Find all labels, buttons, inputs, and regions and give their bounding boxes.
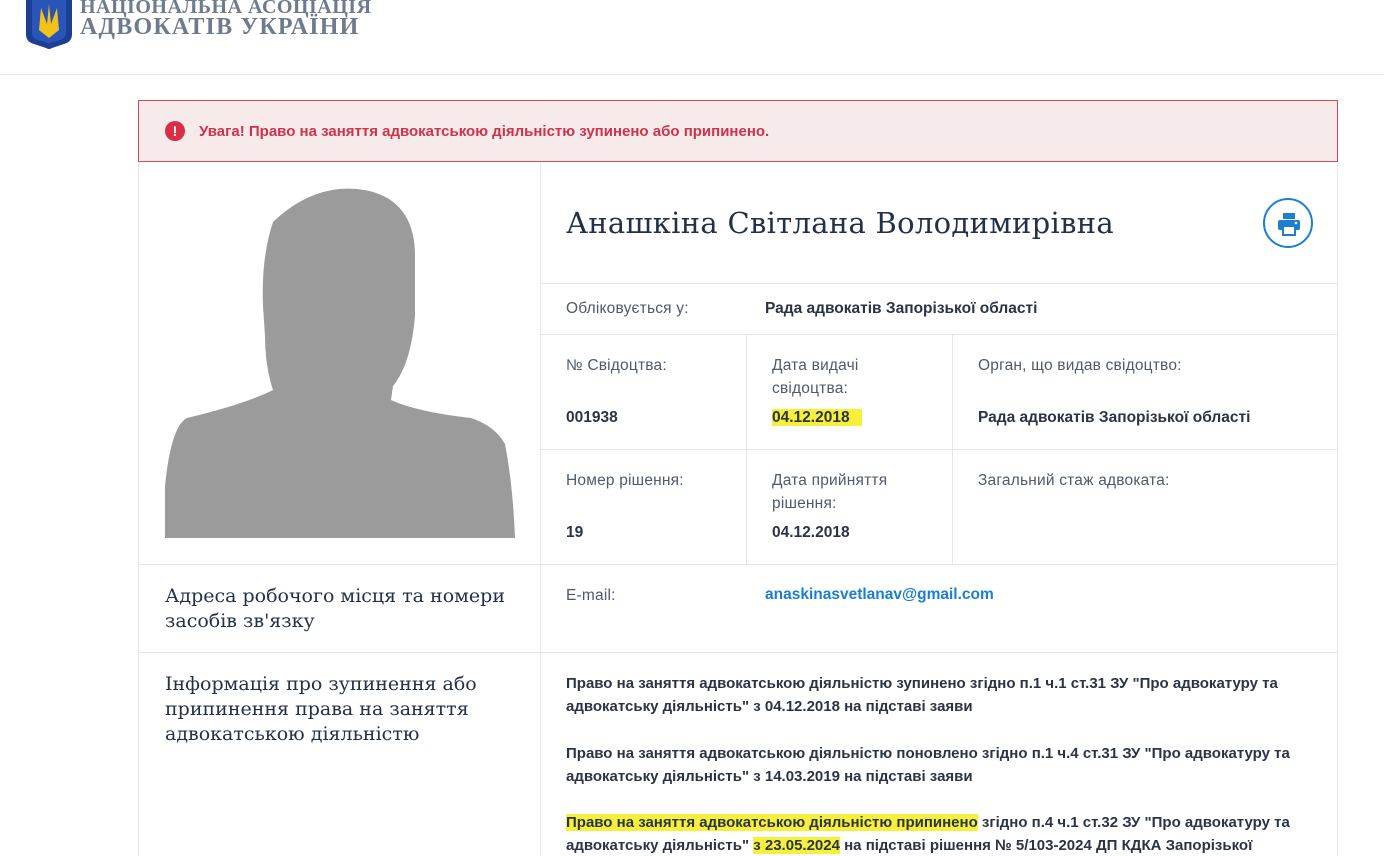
email-link[interactable]: anaskinasvetlanav@gmail.com <box>765 586 994 604</box>
certificate-number-value: 001938 <box>566 409 618 426</box>
email-label: E-mail: <box>566 587 616 604</box>
status-alert: ! Увага! Право на заняття адвокатською д… <box>138 100 1338 162</box>
row-divider <box>540 334 1338 335</box>
termination-highlight: Право на заняття адвокатською діяльністю… <box>566 814 978 831</box>
avatar <box>165 188 515 538</box>
suspension-title: Інформація про зупинення або припинення … <box>165 673 477 745</box>
lawyer-profile-card: Анашкіна Світлана Володимирівна Облікову… <box>138 162 1338 856</box>
decision-date-value: 04.12.2018 <box>772 524 850 541</box>
column-divider <box>540 162 541 856</box>
row-divider <box>540 283 1338 284</box>
printer-icon <box>1278 213 1300 236</box>
logo-title-line2: АДВОКАТІВ УКРАЇНИ <box>80 14 360 40</box>
suspension-paragraph-1: Право на заняття адвокатською діяльністю… <box>566 675 1278 715</box>
suspension-paragraph-3: Право на заняття адвокатською діяльністю… <box>566 811 1326 856</box>
alert-message: Увага! Право на заняття адвокатською дія… <box>199 123 770 140</box>
column-divider <box>952 334 953 564</box>
suspension-paragraph-2: Право на заняття адвокатською діяльністю… <box>566 745 1290 785</box>
exclamation-circle-icon: ! <box>165 121 185 141</box>
trident-emblem-icon[interactable] <box>24 0 74 50</box>
row-divider <box>139 564 1338 565</box>
termination-text-part2: на підставі рішення № 5/103-2024 ДП КДКА… <box>839 837 1253 854</box>
termination-date-highlight: з 23.05.2024 <box>753 837 840 854</box>
contacts-title: Адреса робочого місця та номери засобів … <box>165 585 505 632</box>
certificate-number-label: № Свідоцтва: <box>566 357 667 374</box>
row-divider <box>540 449 1338 450</box>
column-divider <box>746 334 747 564</box>
certificate-date-highlight: 04.12.2018 <box>772 409 862 426</box>
issuer-label: Орган, що видав свідоцтво: <box>978 357 1182 374</box>
certificate-date-label: Дата видачі свідоцтва: <box>772 357 859 397</box>
registered-value: Рада адвокатів Запорізької області <box>765 300 1038 317</box>
registered-label: Обліковується у: <box>566 300 689 317</box>
print-button[interactable] <box>1263 198 1313 248</box>
lawyer-name: Анашкіна Світлана Володимирівна <box>566 206 1114 240</box>
certificate-date-value: 04.12.2018 <box>772 408 862 428</box>
row-divider <box>139 652 1338 653</box>
decision-date-label: Дата прийняття рішення: <box>772 472 888 512</box>
decision-number-value: 19 <box>566 524 584 541</box>
decision-number-label: Номер рішення: <box>566 472 684 489</box>
issuer-value: Рада адвокатів Запорізької області <box>978 409 1251 426</box>
experience-label: Загальний стаж адвоката: <box>978 472 1170 489</box>
site-header: НАЦІОНАЛЬНА АСОЦІАЦІЯ АДВОКАТІВ УКРАЇНИ <box>0 0 1384 75</box>
